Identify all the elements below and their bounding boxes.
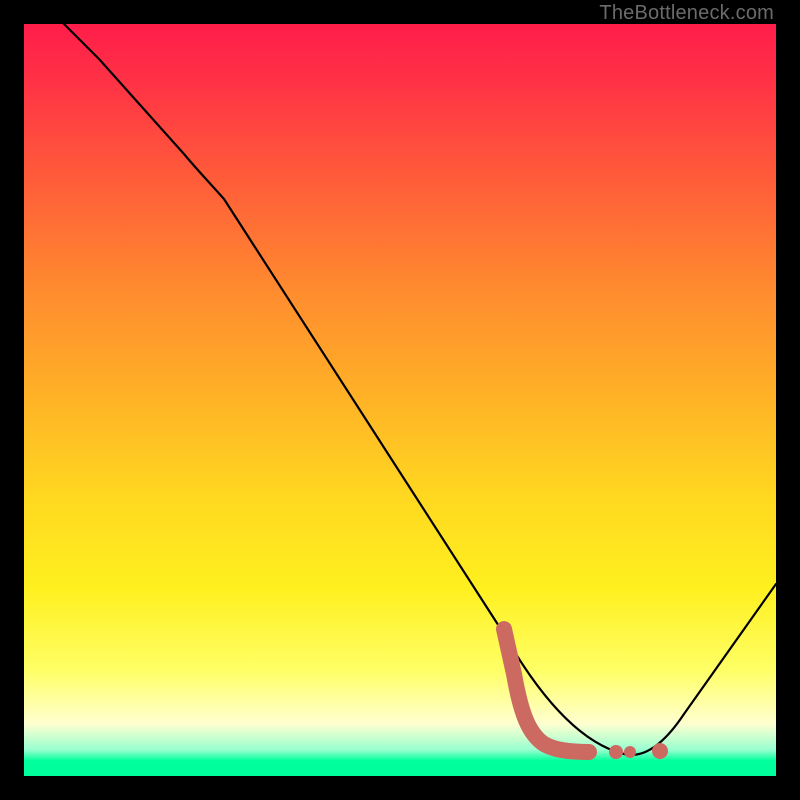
bottleneck-curve	[24, 0, 776, 755]
highlight-l-shape	[504, 629, 589, 752]
highlight-dot-2	[652, 743, 668, 759]
chart-overlay	[24, 24, 776, 776]
watermark-text: TheBottleneck.com	[599, 2, 774, 25]
chart-frame	[24, 24, 776, 776]
highlight-dot-1	[609, 745, 623, 759]
highlight-dot-1b	[624, 746, 636, 758]
